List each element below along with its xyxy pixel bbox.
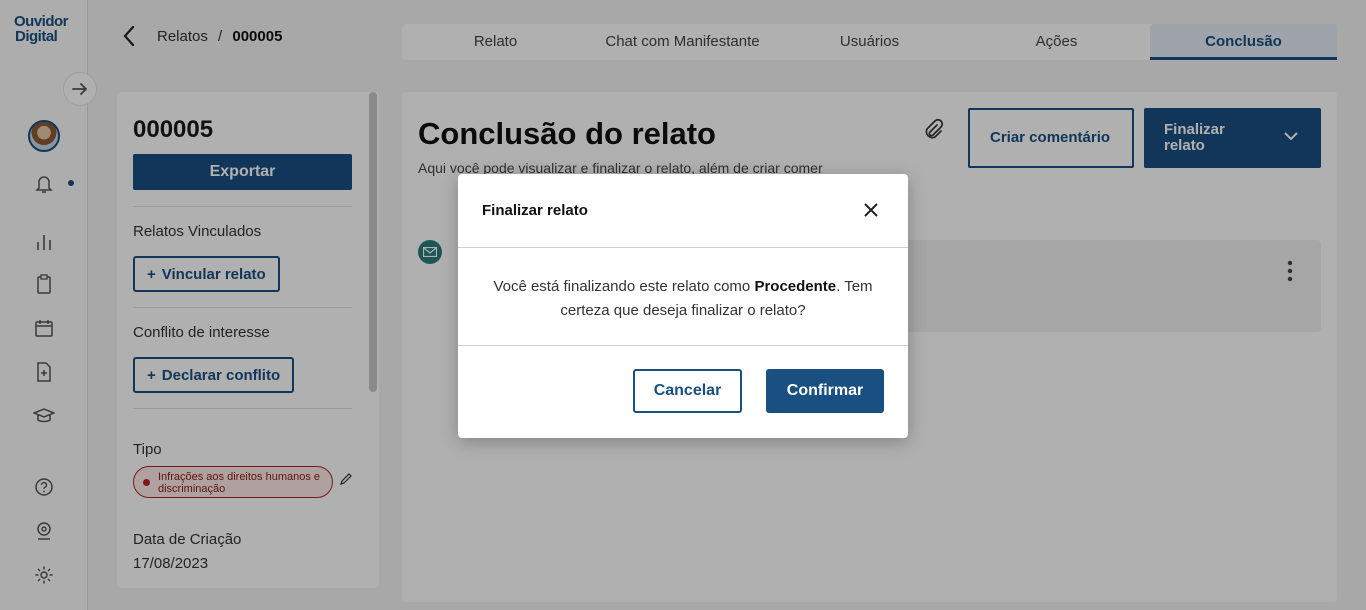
modal-header: Finalizar relato	[458, 174, 908, 248]
modal-message-prefix: Você está finalizando este relato como	[493, 278, 755, 295]
modal-message-emphasis: Procedente	[754, 278, 837, 295]
cancel-button[interactable]: Cancelar	[633, 369, 742, 413]
confirm-button[interactable]: Confirmar	[766, 369, 884, 413]
modal-footer: Cancelar Confirmar	[458, 346, 908, 438]
modal-message: Você está finalizando este relato como P…	[458, 248, 908, 346]
finalize-modal: Finalizar relato Você está finalizando e…	[458, 174, 908, 438]
modal-title: Finalizar relato	[482, 202, 588, 219]
close-icon[interactable]	[862, 201, 880, 219]
